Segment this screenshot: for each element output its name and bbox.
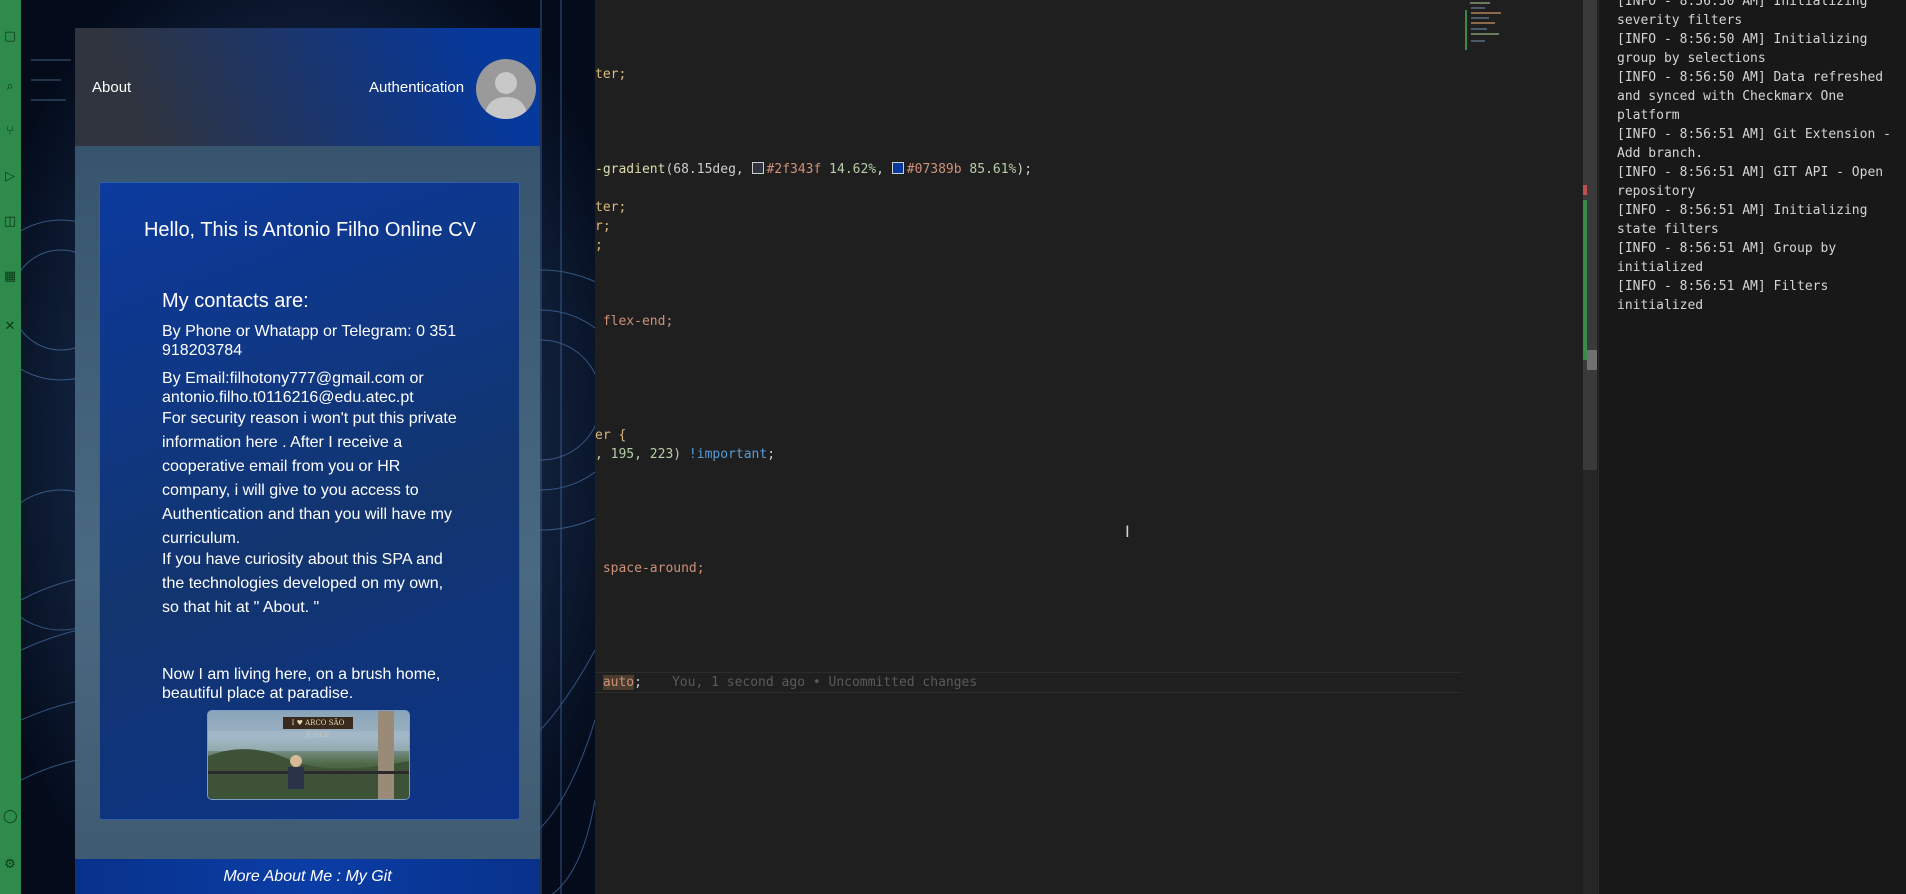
color-swatch[interactable] <box>891 162 904 174</box>
tools-icon[interactable]: ✕ <box>3 320 17 334</box>
git-blame-annotation: You, 1 second ago • Uncommitted changes <box>671 675 978 690</box>
location-photo: I ♥ ARCO SÃO JORGE <box>207 710 410 800</box>
more-about-me-link[interactable]: More About Me <box>223 868 332 885</box>
photo-scene <box>208 711 409 799</box>
authentication-link[interactable]: Authentication <box>369 79 464 96</box>
phone-contact: By Phone or Whatapp or Telegram: 0 351 9… <box>162 323 457 359</box>
cv-body: Hello, This is Antonio Filho Online CV M… <box>75 146 540 859</box>
code-line: r; <box>595 219 611 234</box>
remote-icon[interactable]: ◫ <box>3 215 17 229</box>
cv-header: About Authentication <box>75 28 540 146</box>
explorer-icon[interactable]: ▢ <box>3 30 17 44</box>
about-link[interactable]: About <box>92 79 131 96</box>
text-cursor-icon: I <box>1125 522 1130 541</box>
code-line: space-around; <box>595 561 705 576</box>
cv-app: About Authentication Hello, This is Anto… <box>75 28 540 894</box>
code-line: -gradient(68.15deg, #2f343f 14.62%, #073… <box>595 162 1033 177</box>
living-note: Now I am living here, on a brush home, b… <box>162 666 441 702</box>
cv-footer: More About Me : My Git <box>75 859 540 894</box>
account-icon[interactable]: ◯ <box>3 810 18 824</box>
card-title: Hello, This is Antonio Filho Online CV <box>143 219 476 241</box>
output-log: [INFO - 8:56:50 AM] Initializing severit… <box>1617 0 1891 313</box>
scrollbar-marker <box>1587 350 1597 370</box>
contact-card: Hello, This is Antonio Filho Online CV M… <box>99 182 520 820</box>
browser-preview: About Authentication Hello, This is Anto… <box>21 0 595 894</box>
code-line-current: auto; You, 1 second ago • Uncommitted cha… <box>602 675 978 690</box>
code-line: er { <box>595 428 627 443</box>
avatar[interactable] <box>476 59 536 119</box>
contacts-heading: My contacts are: <box>162 290 309 312</box>
code-line: ter; <box>595 67 627 82</box>
code-line: , 195, 223) !important; <box>595 447 776 462</box>
my-git-link[interactable]: My Git <box>345 868 391 885</box>
email-contact: By Email:filhotony777@gmail.com or anton… <box>162 370 424 406</box>
extensions-icon[interactable]: ▦ <box>3 270 17 284</box>
output-panel[interactable]: [INFO - 8:56:50 AM] Initializing severit… <box>1598 0 1906 894</box>
debug-icon[interactable]: ▷ <box>3 170 17 184</box>
footer-separator: : <box>332 868 346 885</box>
code-line: ; <box>595 238 603 253</box>
curiosity-note: If you have curiosity about this SPA and… <box>162 551 444 616</box>
activity-bar: ▢ ⌕ ⑂ ▷ ◫ ▦ ✕ ◯ ⚙ <box>0 0 21 894</box>
code-editor[interactable]: ter; -gradient(68.15deg, #2f343f 14.62%,… <box>595 0 1585 894</box>
scrollbar-marker <box>1583 185 1587 195</box>
source-control-icon[interactable]: ⑂ <box>3 125 17 139</box>
code-line: flex-end; <box>595 314 674 329</box>
settings-gear-icon[interactable]: ⚙ <box>3 858 17 872</box>
avatar-silhouette-icon <box>484 72 528 119</box>
color-swatch[interactable] <box>751 162 764 174</box>
security-note: For security reason i won't put this pri… <box>162 410 457 547</box>
search-icon[interactable]: ⌕ <box>3 80 17 94</box>
scrollbar-marker <box>1583 200 1587 360</box>
minimap[interactable] <box>1465 0 1585 60</box>
code-line: ter; <box>595 200 627 215</box>
